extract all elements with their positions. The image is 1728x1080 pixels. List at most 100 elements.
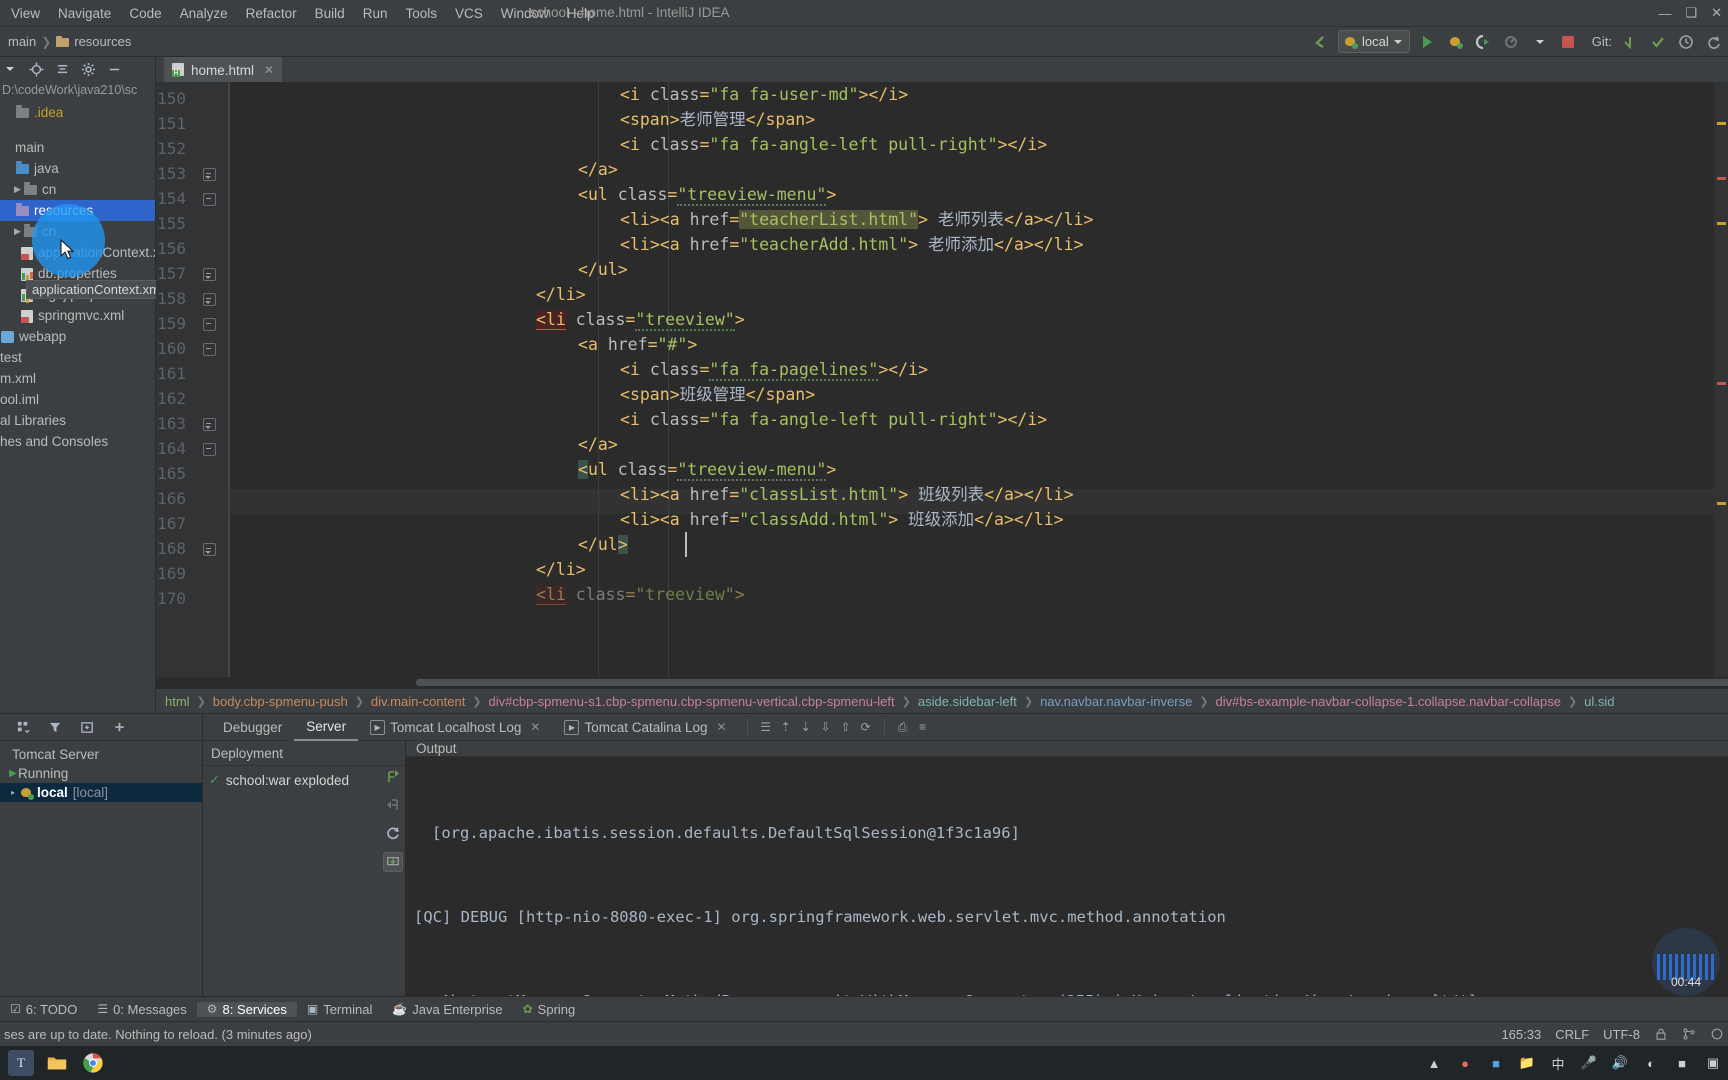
run-with-coverage-button[interactable]	[1474, 32, 1494, 52]
tray-icon-2[interactable]: ●	[1456, 1054, 1474, 1072]
tree-item-resources[interactable]: resources	[0, 200, 155, 221]
code-text[interactable]: <i class="fa fa-user-md"></i> <span>老师管理…	[230, 82, 1714, 677]
fold-marker-icon[interactable]	[203, 268, 216, 281]
run-button[interactable]	[1418, 32, 1438, 52]
battery-icon[interactable]: ■	[1673, 1054, 1691, 1072]
fold-marker-icon[interactable]	[203, 443, 216, 456]
services-tree[interactable]: Tomcat Server ▶ Running ▸ local [local]	[0, 741, 202, 996]
ime-icon[interactable]: 中	[1549, 1054, 1567, 1072]
clear-icon[interactable]: ⟳	[856, 717, 876, 737]
history-icon[interactable]	[1676, 32, 1696, 52]
tree-item-school-iml[interactable]: ool.iml	[0, 389, 155, 410]
breadcrumb-spmenu[interactable]: div#cbp-spmenu-s1.cbp-spmenu.cbp-spmenu-…	[488, 694, 896, 709]
menu-item-build[interactable]: Build	[306, 4, 354, 23]
editor-tab-home-html[interactable]: home.html ✕	[164, 56, 283, 82]
editor-horizontal-scrollbar[interactable]	[156, 677, 1728, 688]
deployment-item[interactable]: ✓ school:war exploded	[203, 770, 405, 790]
clock-icon[interactable]: ▣	[1704, 1054, 1722, 1072]
scroll-up-icon[interactable]: ⇡	[776, 717, 796, 737]
close-icon[interactable]: ✕	[1711, 5, 1722, 21]
menu-item-view[interactable]: View	[2, 4, 49, 23]
fold-marker-icon[interactable]	[203, 418, 216, 431]
add-tab-icon[interactable]	[78, 718, 96, 736]
profile-button[interactable]	[1502, 32, 1522, 52]
stop-button[interactable]	[1558, 32, 1578, 52]
fold-marker-icon[interactable]	[203, 293, 216, 306]
expand-arrow-icon[interactable]: ▶	[12, 226, 23, 237]
close-icon[interactable]: ✕	[526, 720, 540, 734]
back-arrow-icon[interactable]	[1310, 32, 1330, 52]
upload-icon[interactable]: ⇧	[836, 717, 856, 737]
menu-item-code[interactable]: Code	[120, 4, 170, 23]
restart-icon[interactable]	[384, 824, 402, 842]
tree-item-test[interactable]: test	[0, 347, 155, 368]
folder-tray-icon[interactable]: 📁	[1518, 1054, 1536, 1072]
tab-tomcat-localhost-log[interactable]: ▶ Tomcat Localhost Log ✕	[358, 715, 552, 740]
close-icon[interactable]: ✕	[260, 63, 274, 77]
chrome-icon[interactable]	[80, 1050, 106, 1076]
breadcrumb-main-content[interactable]: div.main-content	[370, 694, 466, 709]
tree-item-webapp[interactable]: webapp	[0, 326, 155, 347]
tree-item-applicationcontext-xml[interactable]: applicationContext.xml	[0, 242, 155, 263]
chevron-down-icon[interactable]	[2, 61, 18, 77]
tool-button-spring[interactable]: ✿ Spring	[513, 1002, 586, 1017]
breadcrumb-resources[interactable]: resources	[56, 34, 131, 49]
filter-icon[interactable]	[46, 718, 64, 736]
expand-arrow-icon[interactable]: ▶	[12, 184, 23, 195]
breadcrumb-main[interactable]: main	[8, 34, 36, 49]
tool-button-services[interactable]: ⚙ 8: Services	[196, 1001, 297, 1017]
profile-dropdown-icon[interactable]	[1530, 32, 1550, 52]
breadcrumb-nav[interactable]: nav.navbar.navbar-inverse	[1039, 694, 1193, 709]
network-icon[interactable]: ◐	[1642, 1054, 1660, 1072]
tree-item-cn-java[interactable]: ▶ cn	[0, 179, 155, 200]
breadcrumb-html[interactable]: html	[164, 694, 191, 709]
tree-item-cn-resources[interactable]: ▶ cn	[0, 221, 155, 242]
tree-item-main[interactable]: main	[0, 137, 155, 158]
tree-item-springmvc-xml[interactable]: springmvc.xml	[0, 305, 155, 326]
menu-item-run[interactable]: Run	[354, 4, 397, 23]
tree-item-scratches-and-consoles[interactable]: hes and Consoles	[0, 431, 155, 452]
menu-item-vcs[interactable]: VCS	[446, 4, 492, 23]
microphone-icon[interactable]: 🎤	[1580, 1054, 1598, 1072]
gear-icon[interactable]	[80, 61, 96, 77]
locate-target-icon[interactable]	[28, 61, 44, 77]
run-configuration-selector[interactable]: local	[1338, 30, 1410, 53]
inspections-icon[interactable]	[1710, 1027, 1724, 1041]
file-explorer-icon[interactable]	[44, 1050, 70, 1076]
services-node-local[interactable]: ▸ local [local]	[0, 783, 202, 802]
group-by-icon[interactable]	[14, 718, 32, 736]
tab-server[interactable]: Server	[294, 714, 359, 741]
redeploy-icon[interactable]	[384, 768, 402, 786]
start-button-icon[interactable]: T	[8, 1050, 34, 1076]
add-plus-icon[interactable]	[110, 718, 128, 736]
fold-marker-icon[interactable]	[203, 193, 216, 206]
lock-icon[interactable]	[1654, 1027, 1668, 1041]
file-encoding[interactable]: UTF-8	[1603, 1027, 1640, 1042]
screen-recorder-widget[interactable]: 00:44	[1652, 928, 1720, 996]
print-icon[interactable]: ⎙	[893, 717, 913, 737]
tab-tomcat-catalina-log[interactable]: ▶ Tomcat Catalina Log ✕	[552, 715, 738, 740]
fold-marker-icon[interactable]	[203, 543, 216, 556]
update-icon[interactable]	[383, 852, 403, 872]
hide-window-icon[interactable]	[106, 61, 122, 77]
maximize-icon[interactable]: ❑	[1685, 5, 1697, 21]
line-separator[interactable]: CRLF	[1555, 1027, 1589, 1042]
fold-marker-icon[interactable]	[203, 343, 216, 356]
scrollbar-thumb[interactable]	[416, 679, 1728, 686]
tool-button-messages[interactable]: ☰ 0: Messages	[87, 1002, 196, 1017]
redo-icon[interactable]	[1704, 32, 1724, 52]
speaker-icon[interactable]: 🔊	[1611, 1054, 1629, 1072]
settings-icon[interactable]: ≡	[913, 717, 933, 737]
code-editor[interactable]: 150 151 152 153 154 155 156 157 158 159 …	[156, 82, 1728, 677]
breadcrumb-navbar-collapse[interactable]: div#bs-example-navbar-collapse-1.collaps…	[1215, 694, 1562, 709]
breadcrumb-body[interactable]: body.cbp-spmenu-push	[212, 694, 349, 709]
scroll-down-icon[interactable]: ⇣	[796, 717, 816, 737]
services-node-running[interactable]: ▶ Running	[0, 764, 202, 783]
git-commit-icon[interactable]	[1648, 32, 1668, 52]
fold-marker-icon[interactable]	[203, 168, 216, 181]
tree-item-external-libraries[interactable]: al Libraries	[0, 410, 155, 431]
tree-item-pom-xml[interactable]: m.xml	[0, 368, 155, 389]
collapse-all-icon[interactable]	[54, 61, 70, 77]
menu-item-analyze[interactable]: Analyze	[171, 4, 237, 23]
soft-wrap-icon[interactable]: ☰	[756, 717, 776, 737]
